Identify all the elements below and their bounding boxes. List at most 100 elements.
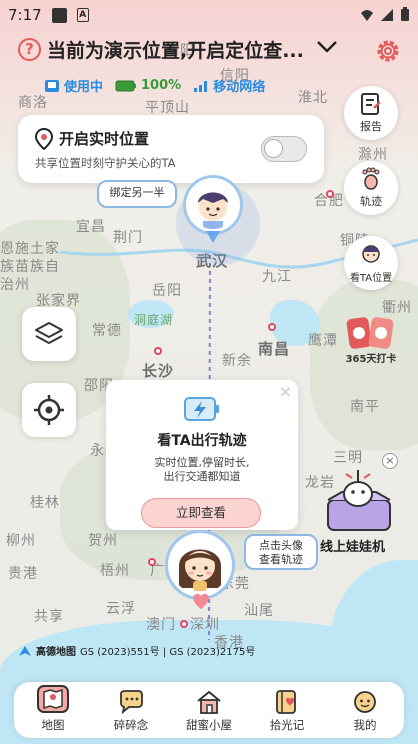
boy-avatar-icon: [198, 192, 228, 229]
ta-speech-text: 绑定另一半: [109, 186, 165, 199]
view-ta-location-button[interactable]: 看TA位置: [344, 236, 398, 290]
popup-description: 出行交通都知道: [163, 470, 241, 483]
nav-item-house[interactable]: 甜蜜小屋: [170, 682, 248, 738]
footprint-label: 轨迹: [360, 195, 382, 208]
city-dot: [326, 190, 334, 198]
usage-status-text: 使用中: [64, 80, 104, 95]
app-notification-icon: A: [76, 8, 89, 22]
city-label: 贵港: [8, 566, 38, 582]
city-label: 三明: [333, 450, 363, 466]
signal-icon: [381, 8, 393, 21]
report-button[interactable]: 报告: [344, 86, 398, 140]
city-label: 宜昌: [76, 219, 106, 235]
chevron-down-icon[interactable]: [316, 40, 338, 54]
signal-bars-icon: [194, 80, 208, 92]
layers-icon: [35, 322, 63, 344]
city-label: 常德: [92, 323, 122, 339]
battery-charging-icon: [184, 397, 219, 421]
city-label: 共享: [34, 609, 64, 625]
view-now-button[interactable]: 立即查看: [141, 498, 261, 528]
my-speech-text: 查看轨迹: [259, 553, 303, 566]
amap-watermark: 高德地图: [36, 647, 76, 658]
checkin-icon: [346, 316, 394, 349]
map-attribution: 高德地图 GS (2023)551号 | GS (2023)2175号: [18, 643, 255, 658]
locate-me-button[interactable]: [22, 383, 76, 437]
network-status: 移动网络: [193, 76, 265, 95]
claw-machine-icon[interactable]: [322, 470, 396, 536]
my-speech-text: 点击头像: [259, 539, 303, 552]
claw-machine-label[interactable]: 线上娃娃机: [320, 536, 385, 555]
battery-status: 100%: [115, 78, 181, 93]
report-label: 报告: [360, 120, 382, 133]
page-title[interactable]: 当前为演示位置,开启定位查...: [47, 36, 309, 63]
nav-item-album[interactable]: 拾光记: [248, 682, 326, 738]
realtime-location-toggle[interactable]: [261, 136, 307, 162]
network-text: 移动网络: [213, 80, 266, 95]
ta-avatar[interactable]: [186, 178, 240, 232]
nav-label: 地图: [41, 718, 65, 732]
city-label: 鹰潭: [308, 333, 338, 349]
map-license: GS (2023)551号 | GS (2023)2175号: [80, 647, 256, 658]
battery-icon: [401, 7, 409, 21]
city-label: 汕尾: [244, 603, 274, 619]
ta-speech-bubble: 绑定另一半: [97, 180, 177, 208]
help-icon[interactable]: ?: [18, 38, 41, 61]
avatar-icon: [362, 244, 380, 263]
city-dot: [268, 323, 276, 331]
battery-percent: 100%: [141, 78, 182, 93]
city-label: 梧州: [100, 563, 130, 579]
usage-status: 使用中: [44, 76, 103, 95]
city-label: 云浮: [106, 601, 136, 617]
city-label: 恩施土家族苗族自治州: [0, 241, 60, 293]
toggle-knob: [264, 139, 283, 158]
city-dot: [154, 347, 162, 355]
footprint-button[interactable]: 轨迹: [344, 161, 398, 215]
bottom-navigation: 地图 碎碎念 甜蜜小屋 拾光记 我的: [14, 682, 404, 738]
status-time: 7:17: [8, 6, 42, 24]
checkin-button[interactable]: 365天打卡: [344, 312, 398, 366]
city-label: 九江: [262, 269, 292, 285]
battery-full-icon: [115, 80, 137, 91]
city-label-lake: 洞庭湖: [134, 313, 174, 327]
album-icon: [276, 690, 296, 714]
nav-item-chat[interactable]: 碎碎念: [92, 682, 170, 738]
popup-close-button[interactable]: ×: [279, 382, 292, 401]
status-bar: 7:17 A: [0, 0, 418, 30]
city-label: 平顶山: [145, 100, 190, 116]
footprint-icon: [362, 167, 380, 190]
popup-title: 看TA出行轨迹: [157, 433, 247, 449]
realtime-location-card: 开启实时位置 共享位置时刻守护关心的TA: [18, 115, 324, 183]
amap-logo-icon: [19, 645, 31, 656]
city-label: 荆门: [113, 230, 143, 246]
house-icon: [197, 690, 221, 714]
map-layers-button[interactable]: [22, 307, 76, 361]
view-ta-location-label: 看TA位置: [349, 272, 393, 284]
chat-icon: [120, 690, 143, 714]
notification-icon: [51, 7, 67, 23]
crosshair-icon: [34, 395, 64, 425]
city-label: 岳阳: [152, 283, 182, 299]
nav-label: 碎碎念: [113, 718, 149, 732]
my-speech-bubble: 点击头像 查看轨迹: [244, 534, 318, 570]
header: ? 当前为演示位置,开启定位查...: [0, 30, 418, 74]
my-avatar[interactable]: [168, 533, 232, 597]
ta-pin-icon: [206, 231, 220, 243]
city-label: 贺州: [88, 533, 118, 549]
nav-item-profile[interactable]: 我的: [326, 682, 404, 738]
realtime-location-title: 开启实时位置: [59, 130, 150, 148]
city-dot: [180, 620, 188, 628]
city-label: 深圳: [190, 617, 220, 633]
promo-close-button[interactable]: ×: [382, 453, 398, 469]
girl-avatar-icon: [179, 549, 221, 591]
realtime-location-subtitle: 共享位置时刻守护关心的TA: [35, 156, 176, 170]
nav-label: 拾光记: [269, 718, 305, 732]
city-label: 南昌: [258, 340, 291, 358]
nav-item-map[interactable]: 地图: [14, 682, 92, 738]
city-label: 柳州: [6, 533, 36, 549]
wifi-icon: [361, 9, 373, 21]
gear-icon[interactable]: [374, 37, 402, 65]
city-label: 淮北: [298, 90, 328, 106]
location-pin-icon: [35, 128, 53, 150]
city-label: 澳门: [146, 617, 176, 633]
city-dot: [148, 558, 156, 566]
